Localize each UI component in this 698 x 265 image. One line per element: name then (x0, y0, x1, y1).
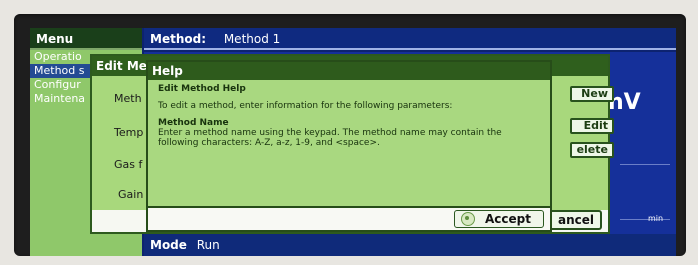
mode-bar: Mode Run (144, 234, 676, 256)
help-section-title: Method Name (158, 118, 229, 128)
edit-label-gain: Gain (118, 188, 144, 201)
plot-gridlines (620, 164, 670, 220)
help-section-text: Enter a method name using the keypad. Th… (158, 128, 502, 148)
help-intro: To edit a method, enter information for … (158, 101, 453, 111)
help-title: Help (148, 62, 550, 80)
plot-min-label: min (648, 214, 664, 223)
help-body: Edit Method Help To edit a method, enter… (158, 84, 542, 155)
edit-method-button[interactable]: Edit (570, 118, 614, 134)
help-footer: Accept (148, 206, 550, 230)
accept-label: Accept (485, 212, 531, 226)
edit-label-gas-flow: Gas f (114, 158, 143, 171)
menu-header: Menu (30, 28, 142, 50)
mode-value: Run (196, 238, 220, 252)
device-screen: Menu Method: Method 1 Operatio Method s … (30, 28, 676, 256)
delete-method-button[interactable]: elete (570, 142, 614, 158)
menu-title: Menu (36, 32, 74, 46)
edit-label-method: Meth (114, 92, 142, 105)
method-label: Method: (150, 32, 206, 46)
method-value: Method 1 (223, 32, 281, 46)
help-heading: Edit Method Help (158, 84, 246, 94)
method-header: Method: Method 1 (144, 28, 676, 50)
accept-icon (461, 211, 475, 226)
help-dialog: Help Edit Method Help To edit a method, … (146, 60, 552, 232)
mode-label: Mode (150, 238, 187, 252)
accept-button[interactable]: Accept (454, 210, 544, 228)
edit-label-temperature: Temp (114, 126, 144, 139)
new-method-button[interactable]: New (570, 86, 614, 102)
